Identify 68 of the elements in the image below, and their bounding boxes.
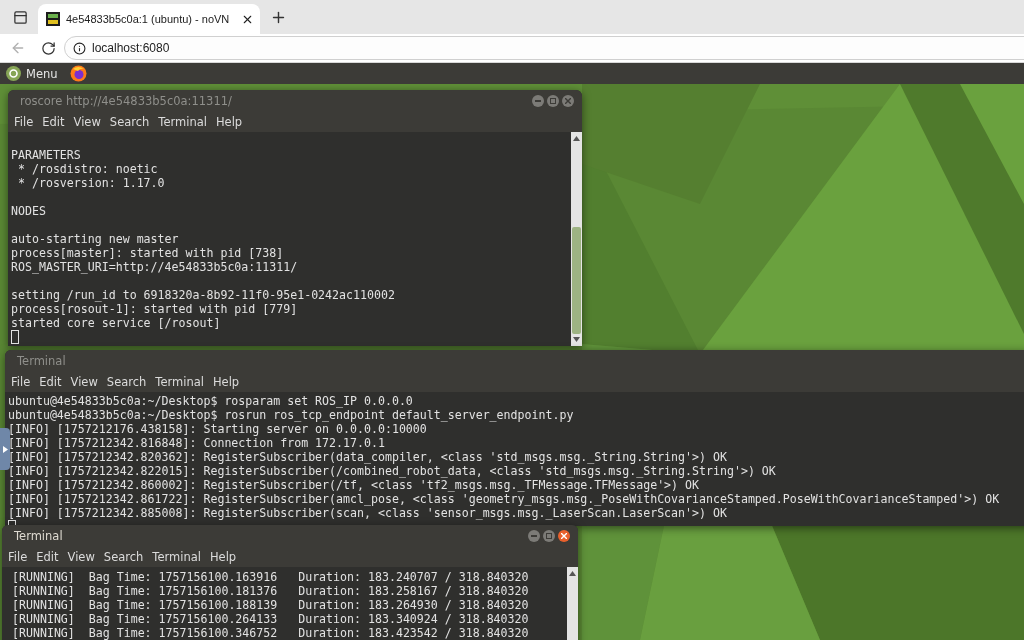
menu-item[interactable]: Search — [106, 375, 147, 389]
terminal-line: [RUNNING] Bag Time: 1757156100.163916 Duration: 183.240707 / 318.840320 — [12, 570, 530, 584]
minimize-button[interactable] — [528, 530, 540, 542]
terminal-line: [RUNNING] Bag Time: 1757156100.346752 Duration: 183.423542 / 318.840320 — [12, 626, 530, 640]
menu-item[interactable]: File — [8, 550, 28, 564]
terminal-line: ubuntu@4e54833b5c0a:~/Desktop$ rosparam set ROS_IP 0.0.0.0 — [8, 394, 414, 408]
menu-item[interactable]: Terminal — [152, 550, 201, 564]
window-title: roscore http://4e54833b5c0a:11311/ — [20, 94, 233, 108]
terminal-line: * /rosversion: 1.17.0 — [16, 176, 166, 190]
scroll-down-icon[interactable] — [573, 337, 580, 342]
terminal-line: [RUNNING] Bag Time: 1757156100.181376 Duration: 183.258167 / 318.840320 — [12, 584, 530, 598]
close-button[interactable] — [558, 530, 570, 542]
maximize-icon — [546, 533, 552, 539]
minimize-icon — [535, 100, 541, 102]
terminal-line: [INFO] [1757212342.820362]: RegisterSubscriber(data_compiler, <class 'std_msgs.msg._String.String'>) OK — [8, 450, 728, 464]
terminal-line: process[master]: started with pid [738] — [11, 246, 285, 260]
site-info-icon[interactable] — [73, 41, 86, 55]
terminal-line: ROS_MASTER_URI=http://4e54833b5c0a:11311/ — [11, 260, 299, 274]
menu-item[interactable]: File — [11, 375, 31, 389]
terminal-line: ubuntu@4e54833b5c0a:~/Desktop$ rosrun ros_tcp_endpoint default_server_endpoint.py — [8, 408, 575, 422]
terminal-line: setting /run_id to 6918320a-8b92-11f0-95e1-0242ac110002 — [11, 288, 396, 302]
terminal-line: auto-starting new master — [11, 232, 180, 246]
tab-favicon-icon — [46, 12, 60, 26]
terminal-line: PARAMETERS — [11, 148, 82, 162]
scroll-up-icon[interactable] — [569, 571, 576, 576]
menu-item[interactable]: File — [14, 115, 34, 129]
terminal-line: [INFO] [1757212342.861722]: RegisterSubscriber(amcl_pose, <class 'geometry_msgs.msg._PoseWithCovarianceStamped.PoseWithCovarianceStamped'>) OK — [8, 492, 1001, 506]
menu-item[interactable]: Edit — [39, 375, 62, 389]
menu-item[interactable]: Search — [103, 550, 144, 564]
menu-item[interactable]: Edit — [42, 115, 65, 129]
scroll-up-icon[interactable] — [573, 136, 580, 141]
browser-icon[interactable] — [69, 65, 87, 82]
terminal-line: [INFO] [1757212342.822015]: RegisterSubscriber(/combined_robot_data, <class 'std_msgs.msg._String.String'>) OK — [8, 464, 777, 478]
browser-tab[interactable]: 4e54833b5c0a:1 (ubuntu) - noVN — [38, 4, 260, 34]
menu-icon — [6, 66, 21, 81]
terminal-line: [INFO] [1757212342.860002]: RegisterSubscriber(/tf, <class 'tf2_msgs.msg._TFMessage.TFMessage'>) OK — [8, 478, 701, 492]
menu-item[interactable]: Help — [212, 375, 240, 389]
close-icon — [561, 533, 567, 539]
menu-item[interactable]: View — [70, 375, 98, 389]
menu-item[interactable]: Search — [109, 115, 150, 129]
scrollbar[interactable] — [571, 132, 582, 346]
window-title: Terminal — [14, 529, 64, 543]
menu-item[interactable]: View — [67, 550, 95, 564]
scrollbar[interactable] — [567, 567, 578, 640]
terminal-line: process[rosout-1]: started with pid [779] — [11, 302, 299, 316]
menu-item[interactable]: Edit — [36, 550, 59, 564]
terminal-line: [INFO] [1757212342.816848]: Connection from 172.17.0.1 — [8, 436, 386, 450]
menu-item[interactable]: Terminal — [158, 115, 207, 129]
terminal-line: [RUNNING] Bag Time: 1757156100.188139 Duration: 183.264930 / 318.840320 — [12, 598, 530, 612]
address-field[interactable]: localhost:6080 — [64, 36, 1024, 60]
terminal-line: [RUNNING] Bag Time: 1757156100.264133 Duration: 183.340924 / 318.840320 — [12, 612, 530, 626]
minimize-icon — [531, 535, 537, 537]
window-title: Terminal — [17, 354, 67, 368]
terminal-line: [INFO] [1757212176.438158]: Starting server on 0.0.0.0:10000 — [8, 422, 428, 436]
close-icon — [565, 98, 571, 104]
terminal-line: [INFO] [1757212342.885008]: RegisterSubscriber(scan, <class 'sensor_msgs.msg._LaserScan.LaserScan'>) OK — [8, 506, 728, 520]
menu-item[interactable]: Help — [215, 115, 243, 129]
terminal-line: * /rosdistro: noetic — [16, 162, 159, 176]
terminal-line: NODES — [11, 204, 47, 218]
menu-item[interactable]: View — [73, 115, 101, 129]
menu-item[interactable]: Terminal — [155, 375, 204, 389]
minimize-button[interactable] — [532, 95, 544, 107]
maximize-icon — [550, 98, 556, 104]
menu-item[interactable]: Help — [209, 550, 237, 564]
maximize-button[interactable] — [547, 95, 559, 107]
terminal-line: started core service [/rosout] — [11, 316, 222, 330]
control-bar-handle[interactable] — [0, 428, 10, 470]
menu-button[interactable]: Menu — [6, 66, 58, 81]
